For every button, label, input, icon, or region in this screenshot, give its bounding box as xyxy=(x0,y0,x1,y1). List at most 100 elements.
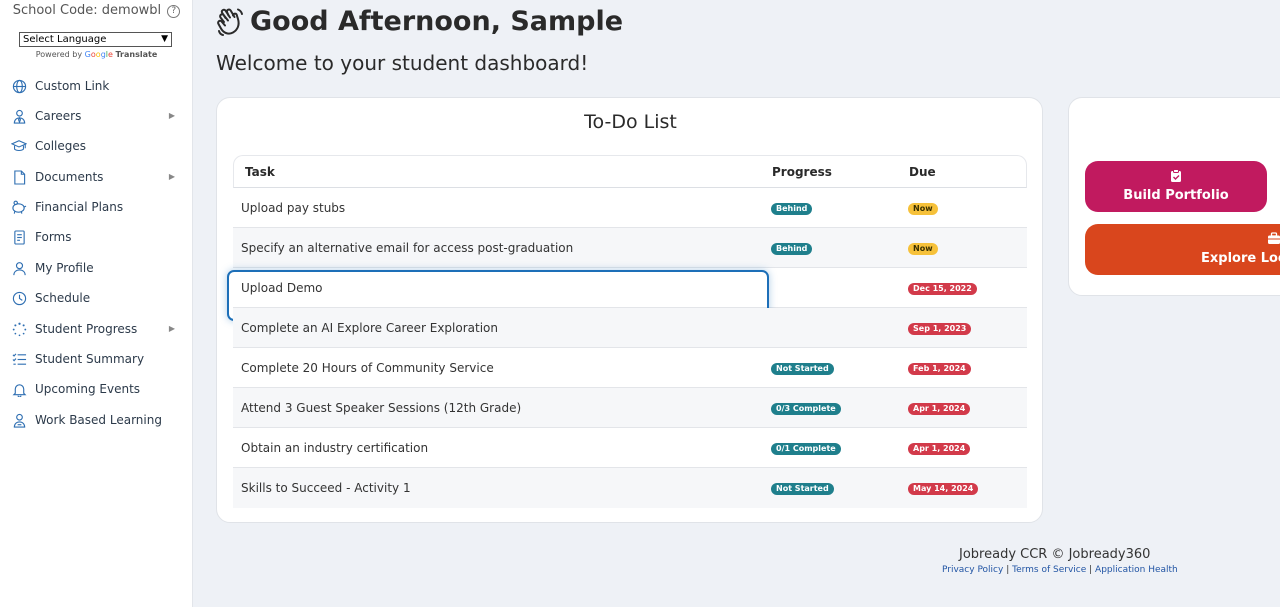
due-badge: May 14, 2024 xyxy=(908,483,979,495)
sidebar-item-label: Student Summary xyxy=(35,352,145,366)
progress-badge: 0/1 Complete xyxy=(771,443,841,455)
sidebar-item-forms[interactable]: Forms xyxy=(0,225,193,249)
sidebar-item-student-progress[interactable]: Student Progress ▶ xyxy=(0,317,193,341)
task-name[interactable]: Attend 3 Guest Speaker Sessions (12th Gr… xyxy=(241,401,521,415)
table-row[interactable]: Obtain an industry certification 0/1 Com… xyxy=(233,428,1027,468)
user-icon xyxy=(11,260,27,276)
sidebar-item-work-based-learning[interactable]: Work Based Learning xyxy=(0,408,193,432)
column-header-task[interactable]: Task xyxy=(245,165,275,179)
sidebar-item-label: Colleges xyxy=(35,139,87,153)
school-code: School Code: demowbl ? xyxy=(0,3,193,18)
task-name[interactable]: Complete 20 Hours of Community Service xyxy=(241,361,494,375)
table-header: Task Progress Due xyxy=(233,155,1027,188)
waving-hand-icon xyxy=(217,8,243,36)
build-portfolio-label: Build Portfolio xyxy=(1123,188,1229,203)
build-portfolio-button[interactable]: Build Portfolio xyxy=(1085,161,1267,212)
task-name[interactable]: Specify an alternative email for access … xyxy=(241,241,573,255)
sidebar-item-student-summary[interactable]: Student Summary xyxy=(0,347,193,371)
google-logo: Google xyxy=(84,50,113,59)
progress-badge: Not Started xyxy=(771,363,834,375)
chevron-right-icon: ▶ xyxy=(168,111,175,120)
sidebar-item-label: Careers xyxy=(35,109,82,123)
sidebar-item-label: Work Based Learning xyxy=(35,413,162,427)
sidebar-item-label: Forms xyxy=(35,230,72,244)
sidebar-item-financial-plans[interactable]: Financial Plans xyxy=(0,195,193,219)
chevron-right-icon: ▶ xyxy=(168,172,175,181)
globe-icon xyxy=(11,78,27,94)
document-icon xyxy=(11,169,27,185)
sidebar-item-label: My Profile xyxy=(35,261,94,275)
piggy-bank-icon xyxy=(11,199,27,215)
column-header-progress[interactable]: Progress xyxy=(772,165,832,179)
footer-copyright: Jobready CCR © Jobready360 xyxy=(959,547,1151,562)
chevron-down-icon: ▼ xyxy=(161,34,168,44)
due-badge: Now xyxy=(908,243,938,255)
todo-table: Task Progress Due Upload pay stubs Behin… xyxy=(227,155,1027,508)
task-name[interactable]: Upload Demo xyxy=(241,281,323,295)
due-badge: Now xyxy=(908,203,938,215)
sidebar-item-label: Schedule xyxy=(35,291,91,305)
sidebar: School Code: demowbl ? Select Language ▼… xyxy=(0,0,193,607)
language-select-value: Select Language xyxy=(23,34,107,45)
footer-separator: | xyxy=(1086,565,1096,575)
footer-separator: | xyxy=(1003,565,1013,575)
sidebar-item-upcoming-events[interactable]: Upcoming Events xyxy=(0,377,193,401)
clock-icon xyxy=(11,290,27,306)
clipboard-check-icon xyxy=(1171,169,1181,182)
table-row[interactable]: Complete 20 Hours of Community Service N… xyxy=(233,348,1027,388)
sidebar-item-documents[interactable]: Documents ▶ xyxy=(0,165,193,189)
sidebar-item-my-profile[interactable]: My Profile xyxy=(0,256,193,280)
help-icon[interactable]: ? xyxy=(167,5,181,18)
powered-by-text: Powered by xyxy=(35,50,83,59)
table-row[interactable]: Specify an alternative email for access … xyxy=(233,228,1027,268)
progress-badge: Not Started xyxy=(771,483,834,495)
form-icon xyxy=(11,229,27,245)
user-tie-icon xyxy=(11,108,27,124)
translate-text: Translate xyxy=(115,50,158,59)
column-header-due[interactable]: Due xyxy=(909,165,936,179)
table-row[interactable]: Skills to Succeed - Activity 1 Not Start… xyxy=(233,468,1027,508)
sidebar-item-custom-link[interactable]: Custom Link xyxy=(0,74,193,98)
todo-card: To-Do List Task Progress Due Upload pay … xyxy=(216,97,1043,523)
todo-title: To-Do List xyxy=(584,111,677,133)
school-code-text: School Code: demowbl xyxy=(12,3,162,18)
table-row[interactable]: Upload pay stubs Behind Now xyxy=(233,188,1027,228)
explore-local-label: Explore Loca xyxy=(1201,251,1280,266)
graduation-cap-icon xyxy=(11,138,27,154)
language-select[interactable]: Select Language ▼ xyxy=(19,32,172,47)
spinner-icon xyxy=(11,321,27,337)
progress-badge: 0/3 Complete xyxy=(771,403,841,415)
greeting-text: Good Afternoon, Sample xyxy=(250,6,624,37)
table-row[interactable]: Complete an AI Explore Career Exploratio… xyxy=(233,308,1027,348)
sidebar-item-label: Upcoming Events xyxy=(35,382,141,396)
explore-local-button[interactable]: Explore Loca xyxy=(1085,224,1280,275)
progress-badge: Behind xyxy=(771,203,813,215)
briefcase-icon xyxy=(1268,232,1280,244)
table-row[interactable]: Attend 3 Guest Speaker Sessions (12th Gr… xyxy=(233,388,1027,428)
google-translate-attribution: Powered by Google Translate xyxy=(0,50,193,59)
privacy-policy-link[interactable]: Privacy Policy xyxy=(942,565,1003,575)
due-badge: Apr 1, 2024 xyxy=(908,403,971,415)
chevron-right-icon: ▶ xyxy=(168,324,175,333)
terms-of-service-link[interactable]: Terms of Service xyxy=(1012,565,1086,575)
checklist-icon xyxy=(11,351,27,367)
quick-actions-card: Build Portfolio Explore Loca xyxy=(1068,97,1280,296)
footer-links: Privacy Policy | Terms of Service | Appl… xyxy=(942,565,1178,575)
task-name[interactable]: Upload pay stubs xyxy=(241,201,345,215)
table-row[interactable]: Upload Demo Dec 15, 2022 xyxy=(227,268,1027,321)
welcome-subtitle: Welcome to your student dashboard! xyxy=(216,51,589,75)
task-name[interactable]: Complete an AI Explore Career Exploratio… xyxy=(241,321,498,335)
sidebar-item-schedule[interactable]: Schedule xyxy=(0,286,193,310)
user-badge-icon xyxy=(11,412,27,428)
progress-badge: Behind xyxy=(771,243,813,255)
page-title: Good Afternoon, Sample xyxy=(216,6,623,37)
sidebar-item-careers[interactable]: Careers ▶ xyxy=(0,104,193,128)
application-health-link[interactable]: Application Health xyxy=(1095,565,1178,575)
sidebar-item-colleges[interactable]: Colleges xyxy=(0,134,193,158)
due-badge: Feb 1, 2024 xyxy=(908,363,971,375)
due-badge: Dec 15, 2022 xyxy=(908,283,977,295)
task-name[interactable]: Obtain an industry certification xyxy=(241,441,428,455)
due-badge: Sep 1, 2023 xyxy=(908,323,972,335)
task-name[interactable]: Skills to Succeed - Activity 1 xyxy=(241,481,411,495)
sidebar-item-label: Documents xyxy=(35,170,104,184)
